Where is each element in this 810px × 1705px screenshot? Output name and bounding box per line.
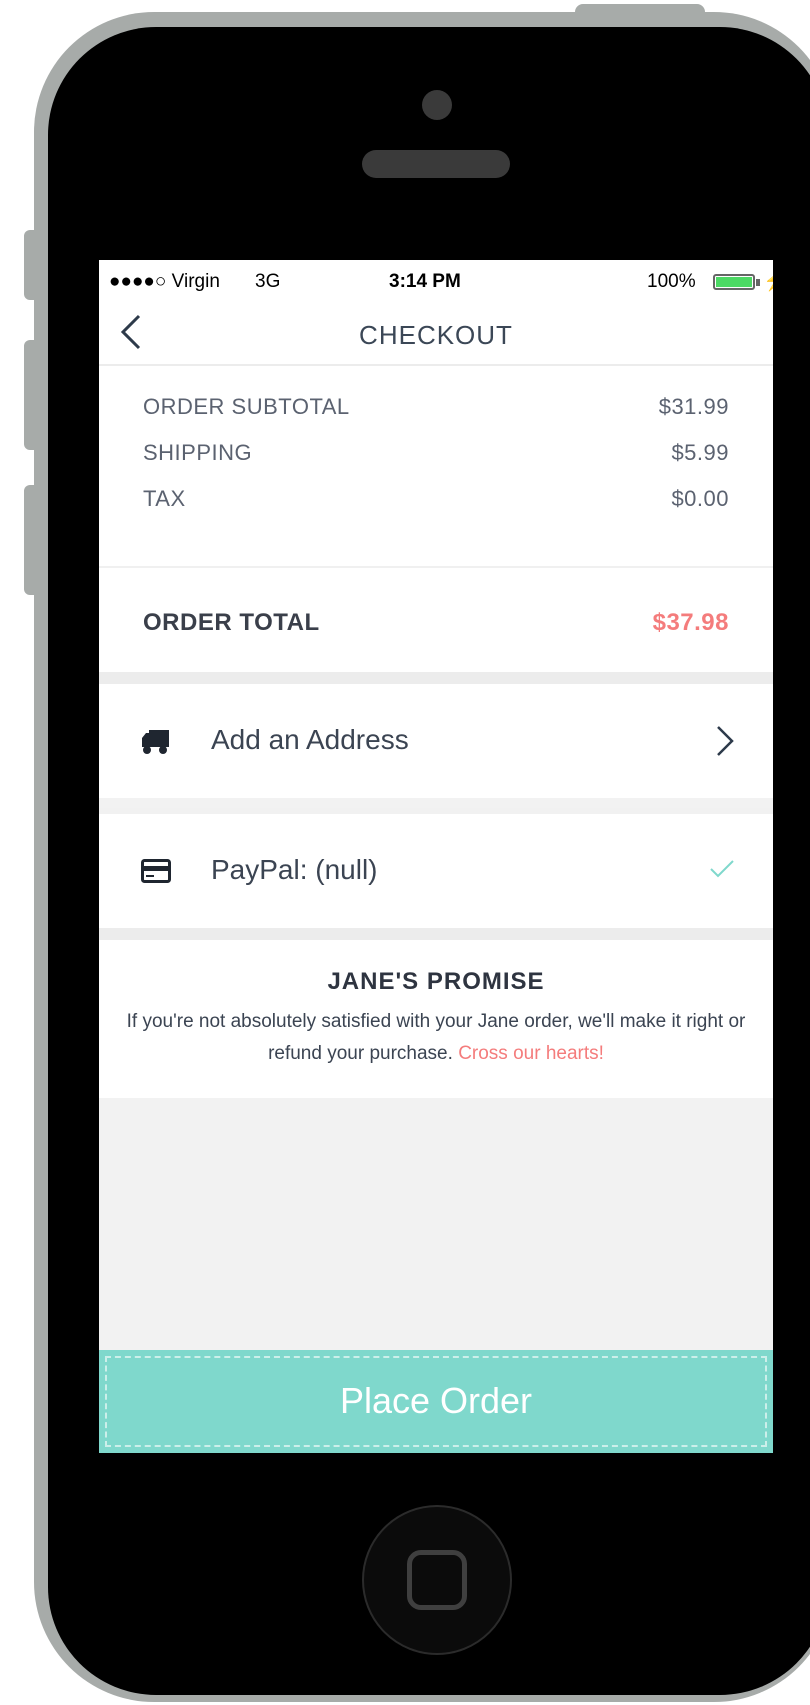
summary-label: ORDER SUBTOTAL — [143, 394, 350, 419]
chevron-right-icon — [717, 726, 734, 756]
front-camera — [422, 90, 452, 120]
section-divider — [99, 928, 773, 940]
summary-label: TAX — [143, 486, 186, 511]
page-title: CHECKOUT — [359, 320, 513, 350]
volume-down-button — [24, 485, 44, 595]
checkmark-icon — [710, 860, 734, 878]
mute-switch — [24, 230, 44, 300]
status-bar: ●●●●○ Virgin 3G 3:14 PM 100% ⚡ — [99, 260, 773, 302]
carrier-label: ●●●●○ Virgin — [109, 271, 220, 292]
promise-section: JANE'S PROMISE If you're not absolutely … — [99, 940, 773, 1098]
summary-value: $0.00 — [671, 486, 729, 511]
truck-icon — [142, 730, 169, 754]
summary-row-tax: TAX $0.00 — [143, 486, 729, 512]
promise-highlight: Cross our hearts! — [458, 1043, 604, 1064]
promise-text: If you're not absolutely satisfied with … — [119, 1006, 753, 1070]
clock: 3:14 PM — [389, 271, 461, 292]
power-button — [575, 4, 705, 22]
nav-bar: CHECKOUT — [99, 302, 773, 366]
battery-icon — [713, 274, 755, 290]
place-order-label: Place Order — [339, 1380, 533, 1421]
battery-tip — [756, 279, 760, 286]
battery-percent: 100% — [647, 271, 696, 292]
network-label: 3G — [255, 271, 281, 292]
order-total-label: ORDER TOTAL — [143, 609, 320, 636]
place-order-button[interactable]: Place Order — [99, 1350, 773, 1453]
home-square-icon — [407, 1550, 467, 1610]
payment-row[interactable]: PayPal: (null) — [99, 814, 773, 928]
order-total-row: ORDER TOTAL $37.98 — [143, 609, 729, 637]
summary-row-subtotal: ORDER SUBTOTAL $31.99 — [143, 394, 729, 420]
summary-value: $5.99 — [671, 440, 729, 465]
summary-value: $31.99 — [658, 394, 729, 419]
order-total-value: $37.98 — [652, 609, 729, 636]
earpiece-speaker — [362, 150, 510, 178]
summary-divider — [99, 566, 773, 568]
section-divider — [99, 672, 773, 684]
promise-title: JANE'S PROMISE — [327, 968, 545, 995]
credit-card-icon — [141, 859, 171, 883]
summary-label: SHIPPING — [143, 440, 253, 465]
app-screen: ●●●●○ Virgin 3G 3:14 PM 100% ⚡ CHECKOUT … — [99, 260, 773, 1453]
order-summary: ORDER SUBTOTAL $31.99 SHIPPING $5.99 TAX… — [99, 366, 773, 672]
add-address-label: Add an Address — [211, 724, 409, 755]
promise-body: If you're not absolutely satisfied with … — [126, 1011, 746, 1064]
summary-row-shipping: SHIPPING $5.99 — [143, 440, 729, 466]
home-button[interactable] — [362, 1505, 512, 1655]
charging-bolt-icon: ⚡ — [763, 268, 773, 293]
volume-up-button — [24, 340, 44, 450]
add-address-row[interactable]: Add an Address — [99, 684, 773, 798]
payment-label: PayPal: (null) — [211, 854, 378, 885]
battery-fill — [716, 277, 752, 287]
